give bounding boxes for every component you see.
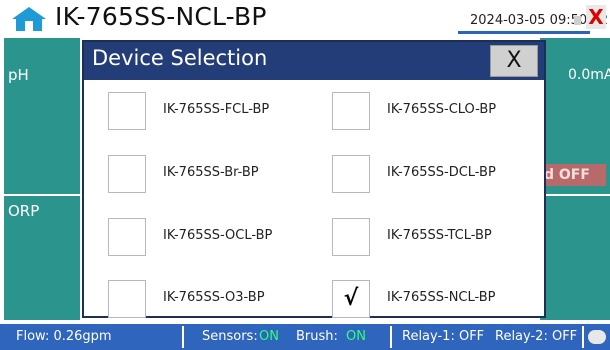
status-divider: [390, 326, 392, 348]
ph-label: pH: [8, 66, 29, 84]
app-title: IK-765SS-NCL-BP: [55, 2, 267, 31]
device-checkbox[interactable]: [108, 280, 146, 318]
device-selection-dialog: Device Selection X IK-765SS-FCL-BP IK-76…: [82, 40, 546, 318]
device-checkbox[interactable]: [108, 218, 146, 256]
device-label: IK-765SS-O3-BP: [163, 290, 265, 305]
device-label: IK-765SS-NCL-BP: [387, 290, 496, 305]
device-label: IK-765SS-Br-BP: [163, 165, 259, 180]
connection-indicator-icon: [588, 330, 606, 344]
device-checkbox-checked[interactable]: √: [332, 280, 370, 318]
title-underline: [458, 31, 590, 34]
ph-panel[interactable]: [4, 38, 80, 194]
device-checkbox[interactable]: [108, 155, 146, 193]
status-divider: [182, 326, 184, 348]
orp-label: ORP: [8, 202, 40, 220]
brush-status: ON: [346, 329, 366, 344]
device-checkbox[interactable]: [332, 92, 370, 130]
right-panel-bottom: [540, 196, 610, 320]
sensors-label: Sensors:: [202, 329, 258, 344]
home-icon[interactable]: [10, 6, 48, 32]
relay2-status: Relay-2: OFF: [495, 329, 578, 344]
device-label: IK-765SS-FCL-BP: [163, 102, 270, 117]
status-bar: Flow: 0.26gpm Sensors: ON Brush: ON Rela…: [0, 324, 610, 350]
sensors-status: ON: [259, 329, 279, 344]
device-checkbox[interactable]: [332, 218, 370, 256]
relay-toggle-button[interactable]: d OFF: [540, 164, 606, 186]
device-label: IK-765SS-DCL-BP: [387, 165, 496, 180]
title-bar: IK-765SS-NCL-BP 2024-03-05 09:50:42 X: [0, 0, 610, 36]
relay1-status: Relay-1: OFF: [402, 329, 485, 344]
flow-status: Flow: 0.26gpm: [16, 329, 112, 344]
device-checkbox[interactable]: [108, 92, 146, 130]
device-checkbox[interactable]: [332, 155, 370, 193]
device-label: IK-765SS-CLO-BP: [387, 102, 497, 117]
dialog-close-button[interactable]: X: [490, 45, 538, 77]
app-close-button[interactable]: X: [586, 5, 606, 29]
device-label: IK-765SS-OCL-BP: [163, 228, 273, 243]
dialog-header: Device Selection X: [84, 42, 544, 80]
status-divider: [582, 326, 584, 348]
brush-label: Brush:: [296, 329, 338, 344]
device-label: IK-765SS-TCL-BP: [387, 228, 492, 243]
current-output-value: 0.0mA: [568, 67, 610, 83]
minimize-icon[interactable]: [574, 16, 581, 25]
dialog-title: Device Selection: [92, 46, 268, 70]
